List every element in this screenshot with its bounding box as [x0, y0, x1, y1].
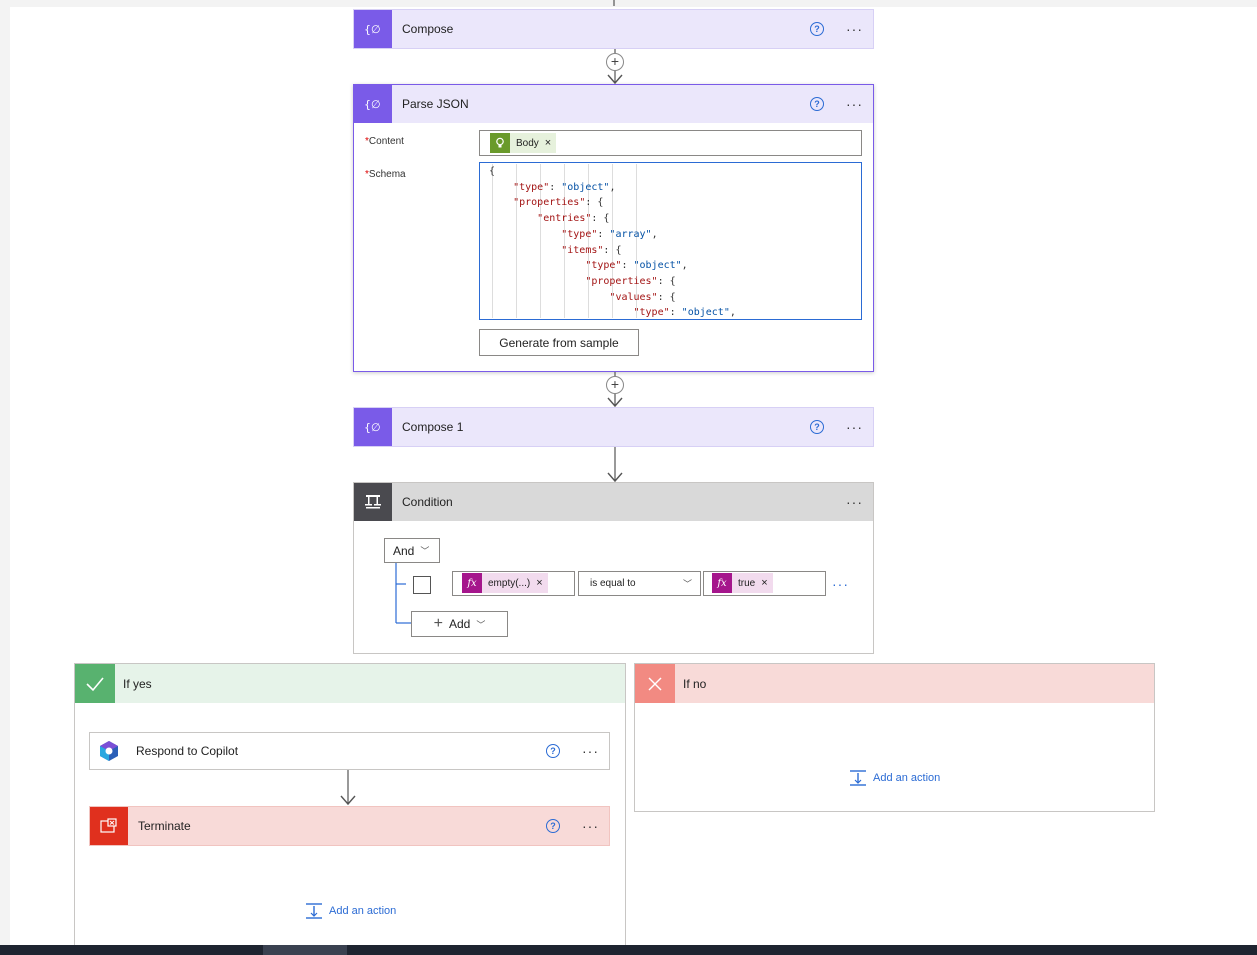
condition-title: Condition — [402, 495, 453, 509]
row-more-icon[interactable]: ··· — [832, 577, 849, 591]
group-operator-value: And — [393, 543, 415, 558]
schema-code[interactable]: { "type": "object", "properties": { "ent… — [489, 164, 848, 318]
svg-text:{∅}: {∅} — [364, 98, 382, 111]
more-icon[interactable]: ··· — [582, 744, 599, 758]
more-icon[interactable]: ··· — [846, 495, 863, 509]
chevron-down-icon: ﹀ — [476, 619, 486, 630]
schema-label: *Schema — [365, 169, 406, 180]
chevron-down-icon: ﹀ — [682, 579, 692, 589]
help-icon[interactable]: ? — [810, 22, 824, 36]
svg-text:{∅}: {∅} — [364, 421, 382, 434]
copilot-icon — [90, 733, 128, 769]
no-add-action-label: Add an action — [873, 772, 941, 784]
add-action-icon — [306, 903, 322, 919]
compose-title: Compose — [402, 22, 454, 36]
compose-header[interactable]: {∅} Compose ? ··· — [354, 10, 873, 48]
remove-token-icon[interactable]: × — [761, 577, 772, 589]
compose-card[interactable]: {∅} Compose ? ··· — [353, 9, 874, 49]
respond-to-copilot-title: Respond to Copilot — [136, 744, 239, 758]
body-token-label: Body — [516, 137, 539, 149]
if-yes-header[interactable]: If yes — [75, 664, 625, 703]
code-line: "values": { — [609, 291, 676, 303]
svg-text:{∅}: {∅} — [364, 23, 382, 36]
code-line: "type": "object", — [513, 181, 616, 193]
help-icon[interactable]: ? — [546, 819, 560, 833]
parse-json-title: Parse JSON — [402, 97, 469, 111]
x-icon — [635, 664, 675, 703]
true-expression-token[interactable]: fx true × — [712, 573, 773, 593]
taskbar — [0, 945, 1257, 955]
terminate-icon — [90, 807, 128, 845]
braces-icon: {∅} — [354, 408, 392, 446]
yes-add-action-label: Add an action — [329, 905, 397, 917]
fx-icon: fx — [462, 573, 482, 593]
respond-to-copilot-header[interactable]: Respond to Copilot ? ··· — [90, 733, 609, 769]
empty-expression-token[interactable]: fx empty(...) × — [462, 573, 548, 593]
remove-token-icon[interactable]: × — [536, 577, 547, 589]
code-line: { — [489, 166, 496, 177]
row-checkbox[interactable] — [413, 576, 431, 594]
help-icon[interactable]: ? — [810, 97, 824, 111]
help-icon[interactable]: ? — [810, 420, 824, 434]
generate-from-sample-button[interactable]: Generate from sample — [479, 329, 639, 356]
if-no-branch: If no — [634, 663, 1155, 812]
no-add-action-link[interactable]: Add an action — [849, 770, 940, 786]
connector-compose1-condition — [607, 447, 623, 483]
body-token[interactable]: Body × — [490, 133, 557, 153]
operator-select[interactable]: is equal to ﹀ — [578, 571, 701, 596]
terminate-header[interactable]: Terminate ? ··· — [90, 807, 609, 845]
help-icon[interactable]: ? — [546, 744, 560, 758]
code-line: "entries": { — [537, 213, 610, 225]
braces-icon: {∅} — [354, 85, 392, 123]
terminate-card[interactable]: Terminate ? ··· — [89, 806, 610, 846]
code-line: "type": "object", — [633, 307, 736, 318]
true-expression-label: true — [738, 577, 756, 589]
more-icon[interactable]: ··· — [846, 420, 863, 434]
content-label: *Content — [365, 136, 404, 147]
insert-step-plus-icon[interactable]: + — [606, 53, 624, 71]
condition-icon — [354, 483, 392, 521]
group-operator-select[interactable]: And ﹀ — [384, 538, 440, 563]
code-line: "type": "array", — [561, 228, 658, 240]
if-yes-title: If yes — [123, 676, 152, 691]
if-no-title: If no — [683, 676, 707, 691]
compose1-title: Compose 1 — [402, 420, 464, 434]
code-line: "properties": { — [513, 197, 604, 209]
code-line: "type": "object", — [585, 260, 688, 272]
chevron-down-icon: ﹀ — [420, 546, 430, 556]
parse-json-header[interactable]: {∅} Parse JSON ? ··· — [354, 85, 873, 123]
operator-value: is equal to — [590, 578, 636, 589]
compose1-card[interactable]: {∅} Compose 1 ? ··· — [353, 407, 874, 447]
remove-token-icon[interactable]: × — [545, 137, 556, 149]
fx-icon: fx — [712, 573, 732, 593]
compose1-header[interactable]: {∅} Compose 1 ? ··· — [354, 408, 873, 446]
code-line: "items": { — [561, 244, 622, 256]
more-icon[interactable]: ··· — [582, 819, 599, 833]
add-condition-button[interactable]: + Add ﹀ — [411, 611, 508, 637]
condition-header[interactable]: Condition ··· — [354, 483, 873, 521]
code-line: "properties": { — [585, 275, 676, 287]
terminate-title: Terminate — [138, 819, 191, 833]
more-icon[interactable]: ··· — [846, 22, 863, 36]
more-icon[interactable]: ··· — [846, 97, 863, 111]
empty-expression-label: empty(...) — [488, 577, 531, 589]
add-action-icon — [850, 770, 866, 786]
if-no-header[interactable]: If no — [635, 664, 1154, 703]
insert-step-plus-icon[interactable]: + — [606, 376, 624, 394]
check-icon — [75, 664, 115, 703]
plus-icon: + — [433, 615, 443, 632]
yes-add-action-link[interactable]: Add an action — [305, 903, 396, 919]
braces-icon: {∅} — [354, 10, 392, 48]
add-condition-label: Add — [448, 617, 471, 631]
lightbulb-icon — [490, 133, 510, 153]
taskbar-item[interactable] — [263, 945, 347, 955]
respond-to-copilot-card[interactable]: Respond to Copilot ? ··· — [89, 732, 610, 770]
connector-respond-terminate — [340, 770, 356, 806]
